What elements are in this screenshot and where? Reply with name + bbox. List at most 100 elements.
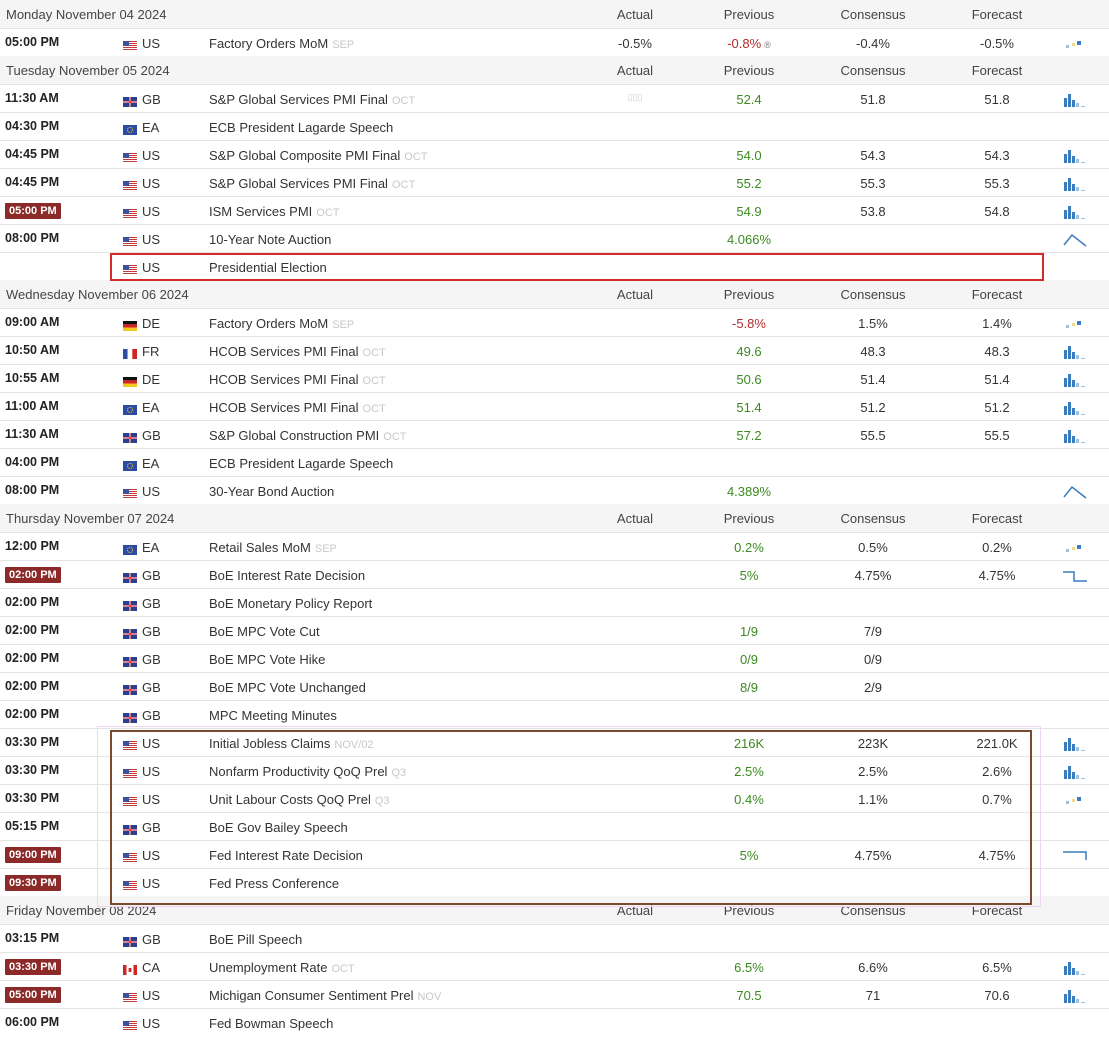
sparkline-chart-icon[interactable]	[1062, 399, 1088, 415]
event-name[interactable]: Fed Bowman Speech	[209, 1016, 333, 1031]
event-name[interactable]: 30-Year Bond Auction	[209, 484, 334, 499]
sparkline-chart-icon[interactable]	[1062, 791, 1088, 807]
event-name-text[interactable]: 10-Year Note Auction	[209, 232, 331, 247]
event-row[interactable]: 11:00 AM EA HCOB Services PMI Final OCT 51.4…	[0, 392, 1109, 420]
event-name[interactable]: ISM Services PMI OCT	[209, 204, 340, 219]
sparkline-chart-icon[interactable]	[1062, 203, 1088, 219]
event-name[interactable]: Retail Sales MoM SEP	[209, 540, 337, 555]
event-name[interactable]: BoE MPC Vote Hike	[209, 652, 325, 667]
event-name[interactable]: BoE MPC Vote Cut	[209, 624, 320, 639]
event-row[interactable]: 04:00 PM EA ECB President Lagarde Speech	[0, 448, 1109, 476]
event-name-text[interactable]: BoE Pill Speech	[209, 932, 302, 947]
event-row[interactable]: 02:00 PM GB BoE Interest Rate Decision 5% 4.…	[0, 560, 1109, 588]
event-name[interactable]: HCOB Services PMI Final OCT	[209, 400, 386, 415]
event-name-text[interactable]: BoE Monetary Policy Report	[209, 596, 372, 611]
event-name[interactable]: ECB President Lagarde Speech	[209, 456, 393, 471]
sparkline-chart-icon[interactable]	[1062, 91, 1088, 107]
forecast-value: 0.2%	[952, 540, 1042, 555]
reference-period: OCT	[391, 95, 416, 107]
event-row[interactable]: 05:00 PM US ISM Services PMI OCT 54.9 53.8 54.…	[0, 196, 1109, 224]
event-row[interactable]: 03:30 PM CA Unemployment Rate OCT 6.5% 6.6% 6.…	[0, 952, 1109, 980]
event-row[interactable]: 05:00 PM US Michigan Consumer Sentiment Pr…	[0, 980, 1109, 1008]
event-row[interactable]: 02:00 PM GB BoE MPC Vote Unchanged 8/9 2/9	[0, 672, 1109, 700]
event-name-text[interactable]: HCOB Services PMI Final	[209, 372, 359, 387]
sparkline-chart-icon[interactable]	[1062, 539, 1088, 555]
sparkline-chart-icon[interactable]	[1062, 959, 1088, 975]
event-name[interactable]: 10-Year Note Auction	[209, 232, 331, 247]
event-row[interactable]: 04:45 PM US S&P Global Composite PMI Final…	[0, 140, 1109, 168]
sparkline-chart-icon[interactable]	[1062, 35, 1088, 51]
sparkline-chart-icon[interactable]	[1062, 735, 1088, 751]
event-row[interactable]: 12:00 PM EA Retail Sales MoM SEP 0.2% 0.5% 0.2…	[0, 532, 1109, 560]
event-row[interactable]: 02:00 PM GB BoE MPC Vote Hike 0/9 0/9	[0, 644, 1109, 672]
event-name-text[interactable]: Retail Sales MoM	[209, 540, 311, 555]
sparkline-chart-icon[interactable]	[1062, 371, 1088, 387]
sparkline-chart-icon[interactable]	[1062, 147, 1088, 163]
sparkline-chart-icon[interactable]	[1062, 427, 1088, 443]
event-name[interactable]: S&P Global Composite PMI Final OCT	[209, 148, 427, 163]
event-name[interactable]: Unemployment Rate OCT	[209, 960, 355, 975]
sparkline-chart-icon[interactable]	[1062, 763, 1088, 779]
event-name-text[interactable]: ECB President Lagarde Speech	[209, 456, 393, 471]
event-name-text[interactable]: HCOB Services PMI Final	[209, 344, 359, 359]
event-name-text[interactable]: HCOB Services PMI Final	[209, 400, 359, 415]
event-row[interactable]: 04:45 PM US S&P Global Services PMI Final O…	[0, 168, 1109, 196]
event-name[interactable]: HCOB Services PMI Final OCT	[209, 344, 386, 359]
event-row[interactable]: 11:30 AM GB S&P Global Construction PMI OCT…	[0, 420, 1109, 448]
event-name[interactable]: BoE MPC Vote Unchanged	[209, 680, 366, 695]
event-name-text[interactable]: Factory Orders MoM	[209, 316, 328, 331]
event-name-text[interactable]: Unemployment Rate	[209, 960, 328, 975]
event-name[interactable]: S&P Global Services PMI Final OCT	[209, 92, 415, 107]
event-row[interactable]: 08:00 PM US 30-Year Bond Auction 4.389%	[0, 476, 1109, 504]
event-row[interactable]: 10:55 AM DE HCOB Services PMI Final OCT 50.6…	[0, 364, 1109, 392]
event-name-text[interactable]: 30-Year Bond Auction	[209, 484, 334, 499]
event-name[interactable]: BoE Monetary Policy Report	[209, 596, 372, 611]
event-name-text[interactable]: ISM Services PMI	[209, 204, 312, 219]
event-time: 05:00 PM	[5, 35, 60, 49]
sparkline-chart-icon[interactable]	[1062, 231, 1088, 247]
event-row[interactable]: 09:00 AM DE Factory Orders MoM SEP -5.8% 1.5%…	[0, 308, 1109, 336]
event-name-text[interactable]: BoE MPC Vote Hike	[209, 652, 325, 667]
sparkline-chart-icon[interactable]	[1062, 343, 1088, 359]
country-code: GB	[142, 932, 161, 947]
event-row[interactable]: 11:30 AM GB S&P Global Services PMI Final O…	[0, 84, 1109, 112]
event-name[interactable]: Factory Orders MoM SEP	[209, 316, 354, 331]
event-name[interactable]: BoE Pill Speech	[209, 932, 302, 947]
country-code: DE	[142, 372, 161, 387]
event-row[interactable]: 08:00 PM US 10-Year Note Auction 4.066%	[0, 224, 1109, 252]
sparkline-chart-icon[interactable]	[1062, 175, 1088, 191]
event-name[interactable]: HCOB Services PMI Final OCT	[209, 372, 386, 387]
event-name-text[interactable]: BoE MPC Vote Cut	[209, 624, 320, 639]
event-row[interactable]: 03:15 PM GB BoE Pill Speech	[0, 924, 1109, 952]
event-name[interactable]: BoE Interest Rate Decision	[209, 568, 365, 583]
event-row[interactable]: 02:00 PM GB BoE Monetary Policy Report	[0, 588, 1109, 616]
sparkline-chart-icon[interactable]	[1062, 483, 1088, 499]
event-name[interactable]: ECB President Lagarde Speech	[209, 120, 393, 135]
event-row[interactable]: 05:00 PM US Factory Orders MoM SEP -0.5% -0.8…	[0, 28, 1109, 56]
sparkline-chart-icon[interactable]	[1062, 987, 1088, 1003]
event-row[interactable]: 02:00 PM GB BoE MPC Vote Cut 1/9 7/9	[0, 616, 1109, 644]
event-name[interactable]: Michigan Consumer Sentiment Prel NOV	[209, 988, 441, 1003]
event-name-text[interactable]: ECB President Lagarde Speech	[209, 120, 393, 135]
event-name-text[interactable]: S&P Global Services PMI Final	[209, 176, 388, 191]
event-row[interactable]: 02:00 PM GB MPC Meeting Minutes	[0, 700, 1109, 728]
sparkline-chart-icon[interactable]	[1062, 567, 1088, 583]
event-row[interactable]: 06:00 PM US Fed Bowman Speech	[0, 1008, 1109, 1036]
event-name-text[interactable]: MPC Meeting Minutes	[209, 708, 337, 723]
event-name[interactable]: MPC Meeting Minutes	[209, 708, 337, 723]
event-name[interactable]: S&P Global Construction PMI OCT	[209, 428, 407, 443]
event-row[interactable]: 04:30 PM EA ECB President Lagarde Speech	[0, 112, 1109, 140]
event-name-text[interactable]: Michigan Consumer Sentiment Prel	[209, 988, 413, 1003]
sparkline-chart-icon[interactable]	[1062, 315, 1088, 331]
event-name[interactable]: Factory Orders MoM SEP	[209, 36, 354, 51]
event-name-text[interactable]: S&P Global Services PMI Final	[209, 92, 388, 107]
event-name-text[interactable]: BoE MPC Vote Unchanged	[209, 680, 366, 695]
event-name-text[interactable]: Fed Bowman Speech	[209, 1016, 333, 1031]
sparkline-chart-icon[interactable]	[1062, 847, 1088, 863]
event-name-text[interactable]: BoE Interest Rate Decision	[209, 568, 365, 583]
event-name-text[interactable]: S&P Global Construction PMI	[209, 428, 379, 443]
event-row[interactable]: 10:50 AM FR HCOB Services PMI Final OCT 49.6…	[0, 336, 1109, 364]
event-name-text[interactable]: Factory Orders MoM	[209, 36, 328, 51]
event-name[interactable]: S&P Global Services PMI Final OCT	[209, 176, 415, 191]
event-name-text[interactable]: S&P Global Composite PMI Final	[209, 148, 400, 163]
